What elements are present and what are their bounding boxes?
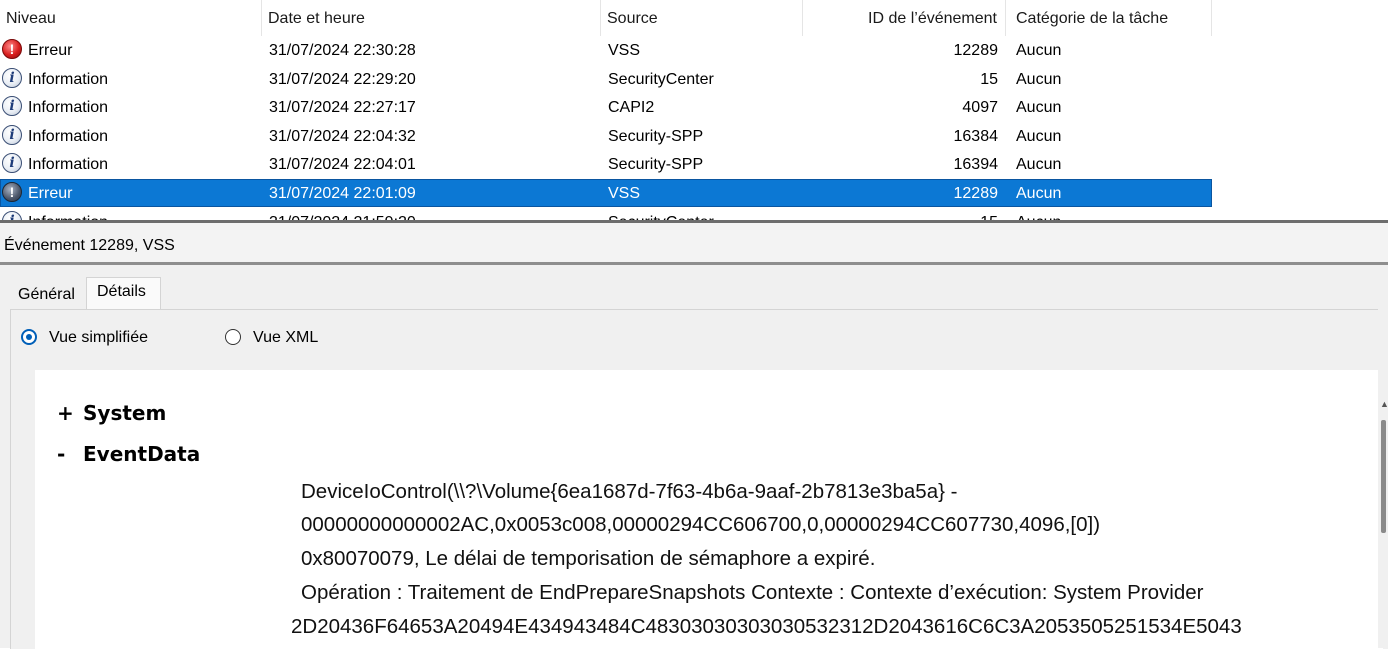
column-header-source[interactable]: Source — [601, 0, 803, 36]
row-event-id: 15 — [798, 208, 998, 220]
expand-toggle[interactable]: + — [57, 401, 83, 425]
row-source: Security-SPP — [608, 156, 704, 174]
row-category: Aucun — [1016, 70, 1062, 88]
column-header-level[interactable]: Niveau — [0, 0, 262, 36]
error-icon: ! — [2, 182, 22, 202]
event-data-line: 0x80070079, Le délai de temporisation de… — [301, 547, 876, 570]
info-icon: i — [2, 210, 22, 220]
row-datetime: 31/07/2024 22:01:09 — [269, 185, 416, 202]
row-event-id: 4097 — [962, 99, 998, 117]
event-data-view: + System - EventData DeviceIoControl(\\?\V… — [35, 370, 1383, 649]
row-event-id: 15 — [980, 70, 998, 88]
tree-node-system[interactable]: + System — [57, 401, 166, 425]
radio-dot-checked — [21, 329, 37, 345]
row-category: Aucun — [1016, 127, 1062, 145]
event-list-header: Niveau Date et heure Source ID de l’évén… — [0, 0, 1212, 36]
table-row[interactable]: i Information 31/07/2024 22:04:32 Security-… — [0, 122, 1212, 150]
tab-details[interactable]: Détails — [86, 277, 161, 309]
info-icon: i — [2, 124, 22, 145]
column-header-category[interactable]: Catégorie de la tâche — [1006, 0, 1212, 36]
event-data-line: DeviceIoControl(\\?\Volume{6ea1687d-7f63… — [301, 480, 958, 503]
row-source: CAPI2 — [608, 99, 655, 117]
row-category: Aucun — [1016, 185, 1062, 202]
row-event-id: 12289 — [953, 42, 999, 59]
table-row[interactable]: ! Erreur 31/07/2024 22:30:28 VSS 12289 Aucun — [0, 36, 1212, 64]
row-source: SecurityCenter — [608, 208, 714, 220]
vertical-scrollbar[interactable]: ▲ — [1378, 309, 1388, 648]
table-row[interactable]: i Information 31/07/2024 22:29:20 SecurityC… — [0, 65, 1212, 93]
tree-node-label: EventData — [83, 442, 201, 466]
row-category: Aucun — [1016, 99, 1062, 117]
row-category: Aucun — [1016, 42, 1062, 59]
event-detail-title: Événement 12289, VSS — [0, 223, 1388, 262]
column-header-datetime[interactable]: Date et heure — [262, 0, 601, 36]
info-icon: i — [2, 96, 22, 117]
collapse-toggle[interactable]: - — [57, 442, 83, 466]
row-datetime: 31/07/2024 22:29:20 — [269, 70, 416, 88]
row-event-id: 16384 — [953, 127, 999, 145]
row-category: Aucun — [1016, 208, 1061, 220]
row-level: Erreur — [28, 185, 73, 202]
event-list[interactable]: Niveau Date et heure Source ID de l’évén… — [0, 0, 1388, 220]
scroll-up-icon[interactable]: ▲ — [1380, 400, 1388, 409]
event-data-line: Opération : Traitement de EndPrepareSnap… — [301, 581, 1204, 604]
table-row[interactable]: ! Erreur 31/07/2024 22:01:09 VSS 12289 Aucun — [0, 179, 1212, 207]
row-datetime: 31/07/2024 21:59:20 — [269, 208, 416, 220]
row-level: Information — [28, 156, 109, 174]
scrollbar-thumb[interactable] — [1381, 420, 1386, 533]
event-data-line: 00000000000002AC,0x0053c008,00000294CC60… — [301, 513, 1101, 536]
table-row[interactable]: i Information 31/07/2024 21:59:20 SecurityC… — [0, 208, 1212, 220]
row-level: Information — [28, 127, 109, 145]
table-row[interactable]: i Information 31/07/2024 22:27:17 CAPI2 4097… — [0, 93, 1212, 121]
error-icon: ! — [2, 39, 22, 59]
info-icon: i — [2, 67, 22, 88]
tree-node-eventdata[interactable]: - EventData — [57, 442, 200, 466]
row-source: SecurityCenter — [608, 70, 714, 88]
tab-general[interactable]: Général — [18, 286, 75, 304]
details-tab-panel: Vue simplifiée Vue XML + System - EventDat… — [10, 309, 1388, 649]
radio-dot — [225, 329, 241, 345]
tree-node-label: System — [83, 401, 167, 425]
info-icon: i — [2, 153, 22, 174]
event-data-line: 2D20436F64653A20494E434943484C4830303030… — [291, 615, 1242, 638]
row-level: Information — [28, 70, 109, 88]
row-datetime: 31/07/2024 22:30:28 — [269, 42, 416, 59]
row-level: Erreur — [28, 42, 73, 59]
radio-xml-label: Vue XML — [253, 329, 319, 346]
row-event-id: 16394 — [953, 156, 999, 174]
row-source: VSS — [608, 185, 641, 202]
row-datetime: 31/07/2024 22:04:01 — [269, 156, 416, 174]
event-detail-pane: Général Détails Vue simplifiée Vue XML +… — [0, 265, 1388, 649]
row-category: Aucun — [1016, 156, 1062, 174]
table-row[interactable]: i Information 31/07/2024 22:04:01 Security-… — [0, 150, 1212, 178]
column-header-event-id[interactable]: ID de l’événement — [803, 0, 1006, 36]
row-level: Information — [28, 99, 109, 117]
row-datetime: 31/07/2024 22:27:17 — [269, 99, 416, 117]
row-event-id: 12289 — [953, 185, 999, 202]
row-level: Information — [28, 208, 108, 220]
row-datetime: 31/07/2024 22:04:32 — [269, 127, 416, 145]
row-source: VSS — [608, 42, 641, 59]
row-source: Security-SPP — [608, 127, 704, 145]
radio-simplified-label: Vue simplifiée — [49, 329, 149, 346]
